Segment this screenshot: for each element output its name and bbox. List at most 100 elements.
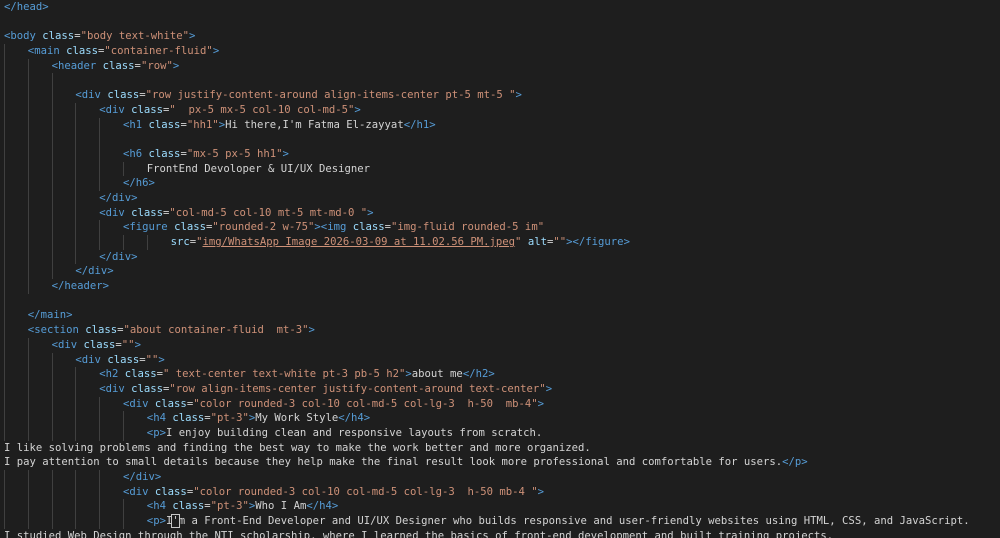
code-line[interactable]: </div> bbox=[0, 470, 1000, 485]
code-line[interactable]: </div> bbox=[0, 190, 1000, 206]
code-line[interactable]: FrontEnd Devoloper & UI/UX Designer bbox=[0, 161, 1000, 177]
code-token: div bbox=[81, 89, 101, 102]
code-token: div bbox=[81, 353, 101, 366]
code-line[interactable]: <h2 class=" text-center text-white pt-3 … bbox=[0, 367, 1000, 382]
code-line[interactable] bbox=[0, 132, 1000, 147]
code-line[interactable]: <figure class="rounded-2 w-75"><img clas… bbox=[0, 220, 1000, 235]
code-line[interactable]: I pay attention to small details because… bbox=[0, 455, 1000, 470]
code-line[interactable]: <body class="body text-white"> bbox=[0, 29, 1000, 44]
code-content: <div class="row align-items-center justi… bbox=[99, 383, 552, 395]
code-line[interactable]: <div class="color rounded-3 col-10 col-m… bbox=[0, 484, 1000, 500]
code-line[interactable]: I studied Web Design through the NTI sch… bbox=[0, 529, 1000, 538]
indent-guide bbox=[51, 264, 53, 280]
code-line[interactable]: <h4 class="pt-3">My Work Style</h4> bbox=[0, 411, 1000, 426]
code-content: </main> bbox=[28, 309, 73, 321]
code-token: </ bbox=[4, 1, 17, 13]
code-line[interactable]: <h6 class="mx-5 px-5 hh1"> bbox=[0, 146, 1000, 162]
indent-guide bbox=[75, 499, 77, 515]
indent-guide bbox=[4, 161, 5, 177]
indent-guide bbox=[99, 499, 101, 515]
indent-guide bbox=[51, 176, 53, 191]
code-line[interactable]: <div class=""> bbox=[0, 337, 1000, 353]
indent-guide bbox=[99, 514, 101, 529]
indent-guide bbox=[123, 411, 124, 426]
code-line[interactable]: </div> bbox=[0, 249, 1000, 265]
code-line[interactable]: <div class="color rounded-3 col-10 col-m… bbox=[0, 396, 1000, 412]
indent-guide bbox=[75, 249, 77, 265]
indent-guide bbox=[27, 411, 29, 426]
code-token: class bbox=[85, 324, 118, 337]
code-token: div bbox=[111, 191, 132, 204]
code-line[interactable] bbox=[0, 73, 1000, 89]
indent-guide bbox=[75, 514, 77, 529]
code-token: > bbox=[102, 280, 110, 293]
code-line[interactable]: <div class=""> bbox=[0, 352, 1000, 368]
code-line[interactable] bbox=[0, 293, 1000, 309]
indent-guide bbox=[51, 235, 53, 250]
code-line[interactable]: </h6> bbox=[0, 176, 1000, 191]
code-line[interactable]: <h1 class="hh1">Hi there,I'm Fatma El-za… bbox=[0, 117, 1000, 133]
indent-guide bbox=[4, 264, 5, 280]
code-token: "pt-3" bbox=[210, 500, 249, 513]
code-token: > bbox=[545, 382, 553, 395]
code-token: h6 bbox=[129, 147, 143, 160]
code-token: I studied Web Design through the NTI sch… bbox=[4, 529, 834, 538]
indent-guide bbox=[27, 88, 29, 103]
indent-guide bbox=[51, 102, 53, 118]
indent-guide bbox=[75, 161, 77, 177]
code-editor[interactable]: </head> <body class="body text-white"> <ma… bbox=[0, 0, 1000, 538]
indent-guide bbox=[99, 425, 101, 441]
code-token: h2 bbox=[475, 368, 489, 381]
code-token: </ bbox=[306, 500, 320, 513]
indent-guide bbox=[75, 381, 77, 397]
indent-guide bbox=[4, 337, 5, 353]
code-token: </ bbox=[75, 265, 89, 278]
indent-guide bbox=[75, 235, 77, 250]
code-line[interactable]: <p>I'm a Front-End Developer and UI/UX D… bbox=[0, 514, 1000, 529]
code-line[interactable]: <section class="about container-fluid mt… bbox=[0, 323, 1000, 338]
code-content: </div> bbox=[99, 192, 137, 204]
code-line[interactable]: <div class="row align-items-center justi… bbox=[0, 381, 1000, 397]
code-line[interactable]: src="img/WhatsApp Image 2026-03-09 at 11… bbox=[0, 235, 1000, 250]
indent-guide bbox=[27, 220, 29, 235]
code-line[interactable]: <div class="row justify-content-around a… bbox=[0, 88, 1000, 103]
code-token: h4 bbox=[153, 412, 166, 425]
indent-guide bbox=[27, 58, 29, 74]
indent-guide bbox=[27, 381, 29, 397]
code-line[interactable]: </main> bbox=[0, 308, 1000, 324]
indent-guide bbox=[51, 88, 53, 103]
code-token: </ bbox=[572, 236, 586, 248]
code-token: > bbox=[801, 456, 808, 469]
code-token: "" bbox=[553, 236, 567, 248]
indent-guide bbox=[27, 205, 29, 221]
code-token: section bbox=[34, 324, 79, 337]
code-token: "pt-3" bbox=[210, 412, 249, 425]
code-token: I enjoy building clean and responsive la… bbox=[165, 426, 543, 439]
code-line[interactable]: <header class="row"> bbox=[0, 58, 1000, 74]
code-line[interactable]: I like solving problems and finding the … bbox=[0, 441, 1000, 456]
code-content: <body class="body text-white"> bbox=[4, 30, 195, 42]
code-line[interactable]: </head> bbox=[0, 0, 1000, 15]
indent-guide bbox=[123, 161, 124, 177]
code-line[interactable]: </div> bbox=[0, 264, 1000, 280]
code-content: <p>I'm a Front-End Developer and UI/UX D… bbox=[147, 514, 970, 529]
indent-guide bbox=[51, 514, 53, 529]
code-line[interactable]: <p>I enjoy building clean and responsive… bbox=[0, 425, 1000, 441]
code-token: img bbox=[327, 221, 347, 234]
code-token: "col-md-5 col-10 mt-5 mt-md-0 " bbox=[169, 206, 368, 219]
code-line[interactable]: <div class="col-md-5 col-10 mt-5 mt-md-0… bbox=[0, 205, 1000, 221]
code-content: </header> bbox=[52, 280, 109, 292]
code-line[interactable]: </header> bbox=[0, 279, 1000, 294]
code-token: I pay attention to small details because… bbox=[4, 456, 783, 469]
code-content: <header class="row"> bbox=[52, 60, 180, 72]
code-line[interactable]: <h4 class="pt-3">Who I Am</h4> bbox=[0, 499, 1000, 515]
indent-guide bbox=[4, 499, 5, 515]
code-line[interactable]: <main class="container-fluid"> bbox=[0, 44, 1000, 59]
code-token: "hh1" bbox=[186, 118, 219, 131]
code-token: class bbox=[131, 382, 163, 395]
indent-guide bbox=[123, 235, 124, 250]
indent-guide bbox=[51, 425, 53, 441]
code-token: class bbox=[148, 147, 181, 160]
code-line[interactable]: <div class=" px-5 mx-5 col-10 col-md-5"> bbox=[0, 102, 1000, 118]
code-line[interactable] bbox=[0, 15, 1000, 30]
